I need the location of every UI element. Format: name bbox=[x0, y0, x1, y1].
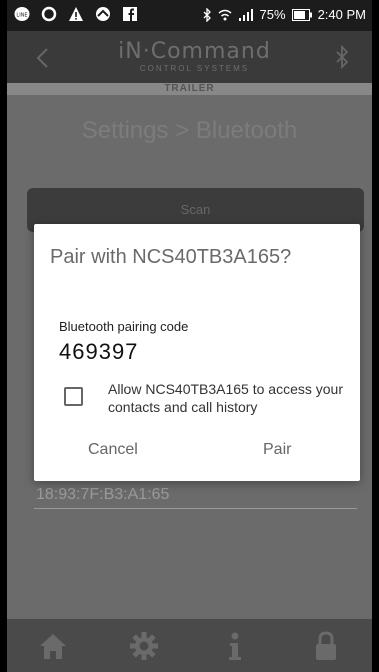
chevron-left-icon bbox=[36, 48, 48, 68]
phone-screen: LINE 75% 2:40 PM iN·Command CONTROL SYST… bbox=[7, 0, 372, 672]
svg-text:LINE: LINE bbox=[16, 13, 27, 19]
mode-bar: TRAILER bbox=[7, 83, 372, 95]
facebook-icon bbox=[121, 5, 139, 23]
warning-icon bbox=[67, 5, 85, 23]
gear-icon[interactable] bbox=[127, 629, 161, 663]
pair-button[interactable]: Pair bbox=[263, 441, 291, 459]
device-list-item[interactable]: 18:93:7F:B3:A1:65 bbox=[34, 482, 357, 509]
wifi-icon bbox=[218, 9, 232, 21]
dialog-title: Pair with NCS40TB3A165? bbox=[50, 246, 292, 268]
status-bar: LINE 75% 2:40 PM bbox=[7, 0, 372, 31]
brand-logo: iN·Command CONTROL SYSTEMS bbox=[107, 40, 282, 74]
battery-icon bbox=[291, 9, 312, 21]
lock-icon[interactable] bbox=[309, 629, 343, 663]
bluetooth-status-icon bbox=[203, 8, 211, 22]
cancel-button[interactable]: Cancel bbox=[88, 441, 138, 459]
app-header: iN·Command CONTROL SYSTEMS bbox=[7, 31, 372, 83]
page-title: Settings > Bluetooth bbox=[81, 117, 298, 144]
pairing-dialog: Pair with NCS40TB3A165? Bluetooth pairin… bbox=[34, 224, 360, 481]
brand-subtitle: CONTROL SYSTEMS bbox=[139, 64, 250, 73]
contacts-access-label: Allow NCS40TB3A165 to access your contac… bbox=[108, 381, 343, 415]
line-icon: LINE bbox=[13, 5, 31, 23]
back-button[interactable] bbox=[29, 43, 59, 73]
signal-icon bbox=[238, 9, 253, 21]
pairing-code-label: Bluetooth pairing code bbox=[59, 319, 189, 334]
device-mac-address: 18:93:7F:B3:A1:65 bbox=[36, 486, 170, 503]
brand-name: iN·Command bbox=[118, 39, 271, 64]
home-icon[interactable] bbox=[36, 629, 70, 663]
clock: 2:40 PM bbox=[317, 7, 366, 22]
cloud-icon bbox=[94, 5, 112, 23]
battery-percent: 75% bbox=[259, 7, 286, 22]
alert-icon bbox=[40, 5, 58, 23]
bottom-nav bbox=[7, 619, 372, 672]
pairing-code: 469397 bbox=[59, 339, 139, 364]
info-icon[interactable] bbox=[218, 629, 252, 663]
bluetooth-icon[interactable] bbox=[334, 44, 350, 70]
contacts-access-checkbox[interactable] bbox=[64, 387, 83, 406]
